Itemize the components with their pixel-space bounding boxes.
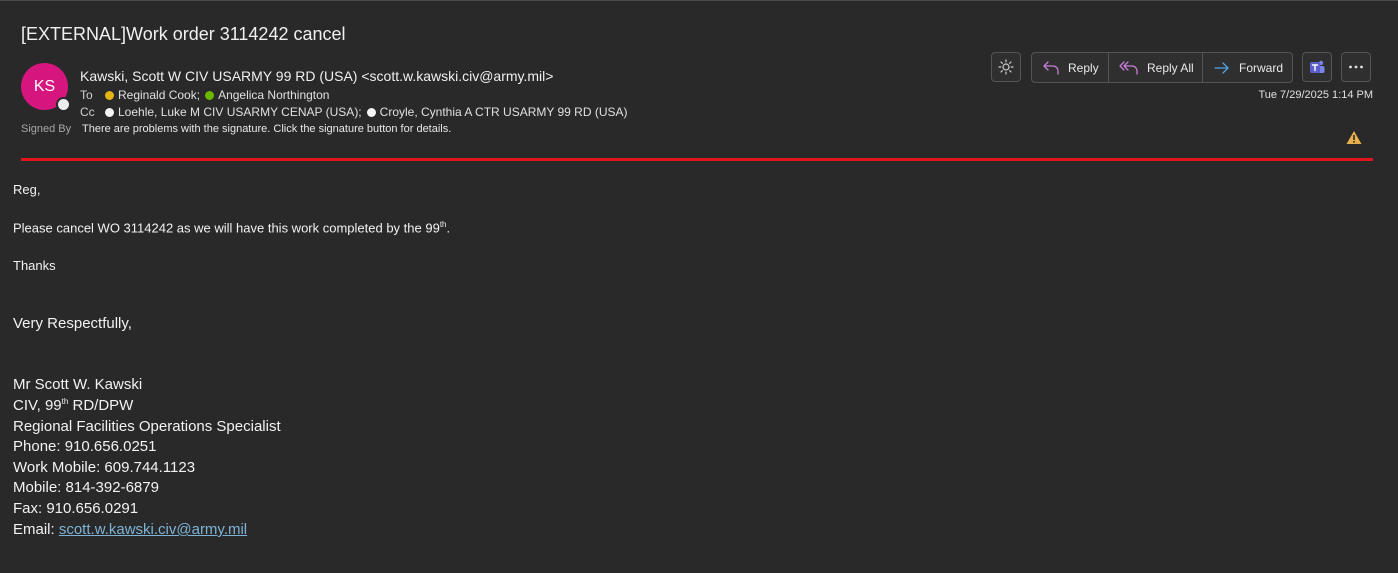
signature-role: Regional Facilities Operations Specialis… <box>13 418 281 435</box>
request-text: Please cancel WO 3114242 as we will have… <box>13 220 440 236</box>
away-status-icon <box>105 90 114 100</box>
offline-status-icon <box>105 107 114 117</box>
warning-icon <box>1346 131 1362 144</box>
signature-name: Mr Scott W. Kawski <box>13 376 143 393</box>
signature-mobile: Mobile: 814-392-6879 <box>13 479 159 496</box>
sun-icon <box>998 59 1014 75</box>
signature-work-mobile: Work Mobile: 609.744.1123 <box>13 459 196 476</box>
signature-title: CIV, 99th RD/DPW <box>13 397 133 414</box>
request-end: . <box>446 220 451 236</box>
forward-arrow-icon <box>1214 61 1229 74</box>
signature-phone: Phone: 910.656.0251 <box>13 438 157 455</box>
body-thanks: Thanks <box>13 258 56 273</box>
signature-warning-text: There are problems with the signature. C… <box>82 123 452 135</box>
to-line: To Reginald Cook; Angelica Northington <box>80 88 329 102</box>
sender-name[interactable]: Kawski, Scott W CIV USARMY 99 RD (USA) <… <box>80 68 553 84</box>
recipient-reginald-cook[interactable]: Reginald Cook; <box>118 88 200 102</box>
presence-status-icon <box>56 97 71 112</box>
cc-line: Cc Loehle, Luke M CIV USARMY CENAP (USA)… <box>80 105 628 119</box>
more-icon <box>1349 65 1363 69</box>
signature-warning-button[interactable] <box>1346 130 1362 150</box>
more-actions-button[interactable] <box>1341 52 1371 82</box>
recipient-cynthia-croyle[interactable]: Croyle, Cynthia A CTR USARMY 99 RD (USA) <box>380 105 628 119</box>
teams-icon <box>1310 60 1325 73</box>
body-greeting: Reg, <box>13 182 41 197</box>
teams-chat-button[interactable] <box>1302 52 1332 82</box>
reply-icon <box>1043 60 1059 75</box>
ordinal-suffix: th <box>439 220 447 229</box>
title-text: CIV, 99 <box>13 397 62 414</box>
available-status-icon <box>205 90 215 100</box>
body-closing: Very Respectfully, <box>13 315 132 332</box>
window-top-border <box>0 0 1398 1</box>
to-label: To <box>80 88 93 102</box>
cc-label: Cc <box>80 105 95 119</box>
email-label: Email: <box>13 521 59 538</box>
offline-status-icon <box>366 107 376 117</box>
recipient-luke-loehle[interactable]: Loehle, Luke M CIV USARMY CENAP (USA); <box>118 105 362 119</box>
title-unit: RD/DPW <box>68 397 134 414</box>
body-request-line: Please cancel WO 3114242 as we will have… <box>13 220 450 235</box>
email-link[interactable]: scott.w.kawski.civ@army.mil <box>59 521 247 538</box>
signed-by-label: Signed By <box>21 123 72 135</box>
reply-actions-group: Reply Reply All Forward <box>1031 52 1293 83</box>
message-date: Tue 7/29/2025 1:14 PM <box>1258 89 1373 101</box>
reply-all-label: Reply All <box>1147 60 1194 75</box>
reply-button[interactable]: Reply <box>1032 53 1109 82</box>
recipient-angelica-northington[interactable]: Angelica Northington <box>218 88 329 102</box>
avatar-initials: KS <box>33 77 56 95</box>
forward-button[interactable]: Forward <box>1203 53 1292 82</box>
message-subject: [EXTERNAL]Work order 3114242 cancel <box>21 24 346 44</box>
reply-label: Reply <box>1068 60 1099 75</box>
immersive-reader-button[interactable] <box>991 52 1021 82</box>
reply-all-icon <box>1119 60 1138 75</box>
external-sender-warning-bar <box>21 158 1373 161</box>
signature-fax: Fax: 910.656.0291 <box>13 500 139 517</box>
reply-all-button[interactable]: Reply All <box>1109 53 1203 82</box>
signature-email-line: Email: scott.w.kawski.civ@army.mil <box>13 521 247 538</box>
forward-label: Forward <box>1239 60 1284 75</box>
